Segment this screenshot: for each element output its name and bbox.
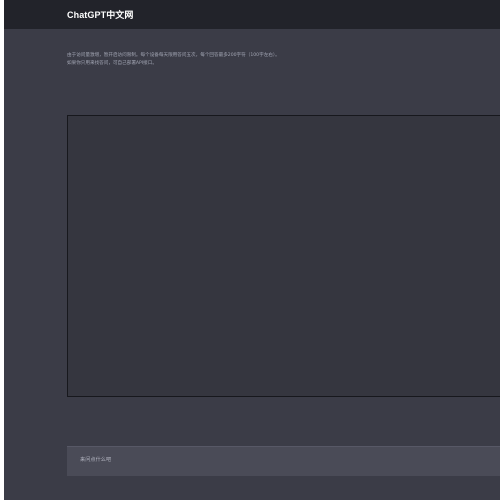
message-input-bar[interactable]: 来问点什么吧 <box>67 446 500 476</box>
chat-history-panel[interactable] <box>67 115 500 397</box>
app-window: ChatGPT中文网 由于访问量激增，暂开启访问限制。每个设备每天限用答问五次，… <box>4 0 500 500</box>
top-bar: ChatGPT中文网 <box>4 0 500 29</box>
notice-line-1: 由于访问量激增，暂开启访问限制。每个设备每天限用答问五次，每个回答最多200字符… <box>67 53 280 58</box>
message-input-placeholder[interactable]: 来问点什么吧 <box>80 456 111 463</box>
usage-notice: 由于访问量激增，暂开启访问限制。每个设备每天限用答问五次，每个回答最多200字符… <box>67 52 397 68</box>
notice-line-2: 如果你只用来找答问，可自己部署API接口。 <box>67 61 157 66</box>
site-title[interactable]: ChatGPT中文网 <box>67 8 134 21</box>
